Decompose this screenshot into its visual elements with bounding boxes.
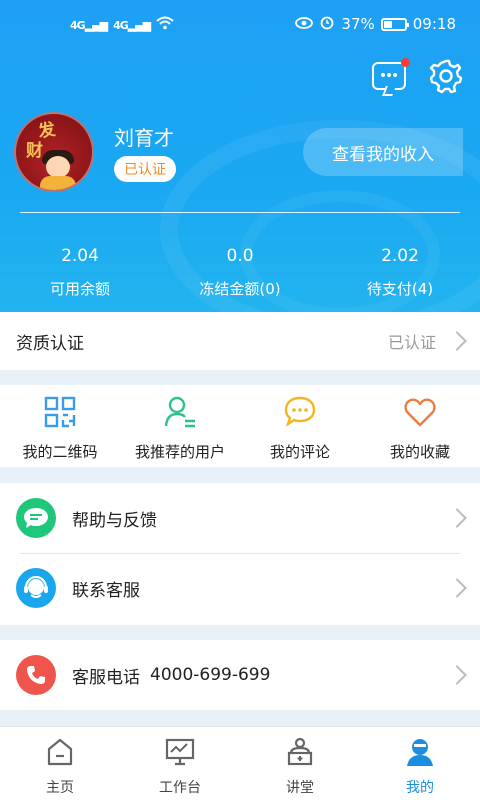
home-icon <box>47 738 73 766</box>
nav-label: 我的 <box>406 780 434 796</box>
stat-value: 2.02 <box>381 246 419 266</box>
nav-label: 工作台 <box>159 780 201 796</box>
chevron-right-icon <box>447 665 467 685</box>
shortcut-grid: 我的二维码 我推荐的用户 我的评论 我的收藏 <box>0 385 480 467</box>
battery-icon <box>380 17 409 31</box>
nav-workbench[interactable]: 工作台 <box>120 727 240 800</box>
stat-label: 可用余额 <box>49 280 110 298</box>
feedback-icon <box>16 498 56 538</box>
lecture-icon <box>287 737 313 766</box>
grid-item-label: 我的二维码 <box>22 443 98 461</box>
clock: 09:18 <box>412 15 456 33</box>
stat-label: 待支付(4) <box>366 280 434 298</box>
header-divider <box>20 212 460 213</box>
avatar-body <box>40 176 76 190</box>
balance-stats: 2.04 可用余额 0.0 冻结金额(0) 2.02 待支付(4) <box>0 246 480 299</box>
notification-dot <box>401 58 410 67</box>
help-feedback-row[interactable]: 帮助与反馈 <box>0 483 480 553</box>
status-bar: 4G▂▄▆ 4G▂▄▆ 37% 09:18 <box>0 0 480 48</box>
verified-badge: 已认证 <box>114 156 176 182</box>
grid-item-qrcode[interactable]: 我的二维码 <box>0 385 120 467</box>
heart-icon <box>404 398 436 427</box>
customer-service-icon <box>16 568 56 608</box>
grid-item-label: 我的评论 <box>269 443 330 461</box>
grid-item-label: 我的收藏 <box>389 443 450 461</box>
avatar-face <box>46 156 70 178</box>
contact-service-row[interactable]: 联系客服 <box>0 553 480 623</box>
chevron-right-icon <box>447 508 467 528</box>
nav-profile[interactable]: 我的 <box>360 727 480 800</box>
alarm-icon <box>319 14 335 34</box>
stat-value: 0.0 <box>226 246 254 266</box>
nav-label: 主页 <box>46 780 74 796</box>
avatar-text-cai: 财 <box>26 141 43 161</box>
wifi-icon <box>156 16 174 34</box>
profile-header: 4G▂▄▆ 4G▂▄▆ 37% 09:18 发 财 刘育才 已认证 查看我的收入… <box>0 0 480 312</box>
chevron-right-icon <box>447 578 467 598</box>
service-phone-row[interactable]: 客服电话 4000-699-699 <box>0 640 480 710</box>
avatar[interactable]: 发 财 <box>14 112 94 192</box>
service-phone-number: 4000-699-699 <box>150 665 271 685</box>
qualification-title: 资质认证 <box>16 333 84 354</box>
nav-lecture[interactable]: 讲堂 <box>240 727 360 800</box>
status-bar-right: 37% 09:18 <box>295 14 456 34</box>
grid-item-recommended-users[interactable]: 我推荐的用户 <box>120 385 240 467</box>
profile-icon <box>407 739 433 766</box>
nav-label: 讲堂 <box>286 780 314 796</box>
contact-service-label: 联系客服 <box>72 580 140 601</box>
grid-item-label: 我推荐的用户 <box>134 443 225 461</box>
stat-pending-payment[interactable]: 2.02 待支付(4) <box>320 246 480 299</box>
battery-fill <box>383 20 392 28</box>
message-button[interactable] <box>372 58 410 94</box>
header-actions <box>372 58 464 94</box>
eye-icon <box>295 15 314 33</box>
qualification-row[interactable]: 资质认证 已认证 <box>0 312 480 370</box>
help-feedback-label: 帮助与反馈 <box>72 510 157 531</box>
nav-home[interactable]: 主页 <box>0 727 120 800</box>
message-icon <box>372 62 406 90</box>
stat-label: 冻结金额(0) <box>199 280 281 298</box>
stat-available-balance[interactable]: 2.04 可用余额 <box>0 246 160 299</box>
grid-item-my-favorites[interactable]: 我的收藏 <box>360 385 480 467</box>
signal-icon-2: 4G▂▄▆ <box>113 18 151 32</box>
qrcode-icon <box>44 396 76 428</box>
service-phone-label: 客服电话 <box>72 667 140 688</box>
view-income-button[interactable]: 查看我的收入 <box>303 128 463 176</box>
grid-item-my-comments[interactable]: 我的评论 <box>240 385 360 467</box>
stat-frozen-amount[interactable]: 0.0 冻结金额(0) <box>160 246 320 299</box>
comment-icon <box>284 396 316 427</box>
chevron-right-icon <box>447 331 467 351</box>
workbench-icon <box>165 738 195 766</box>
battery-percent: 37% <box>341 15 375 33</box>
username: 刘育才 <box>114 126 174 150</box>
settings-button[interactable] <box>428 58 464 94</box>
gear-icon <box>429 59 463 94</box>
qualification-status: 已认证 <box>387 333 436 352</box>
phone-icon <box>16 655 56 695</box>
signal-icon: 4G▂▄▆ <box>70 18 108 32</box>
stat-value: 2.04 <box>61 246 99 266</box>
status-bar-signals: 4G▂▄▆ 4G▂▄▆ <box>70 16 174 34</box>
user-recommend-icon <box>164 396 195 428</box>
menu-list: 帮助与反馈 联系客服 <box>0 483 480 625</box>
bottom-navigation: 主页 工作台 讲堂 我的 <box>0 726 480 800</box>
